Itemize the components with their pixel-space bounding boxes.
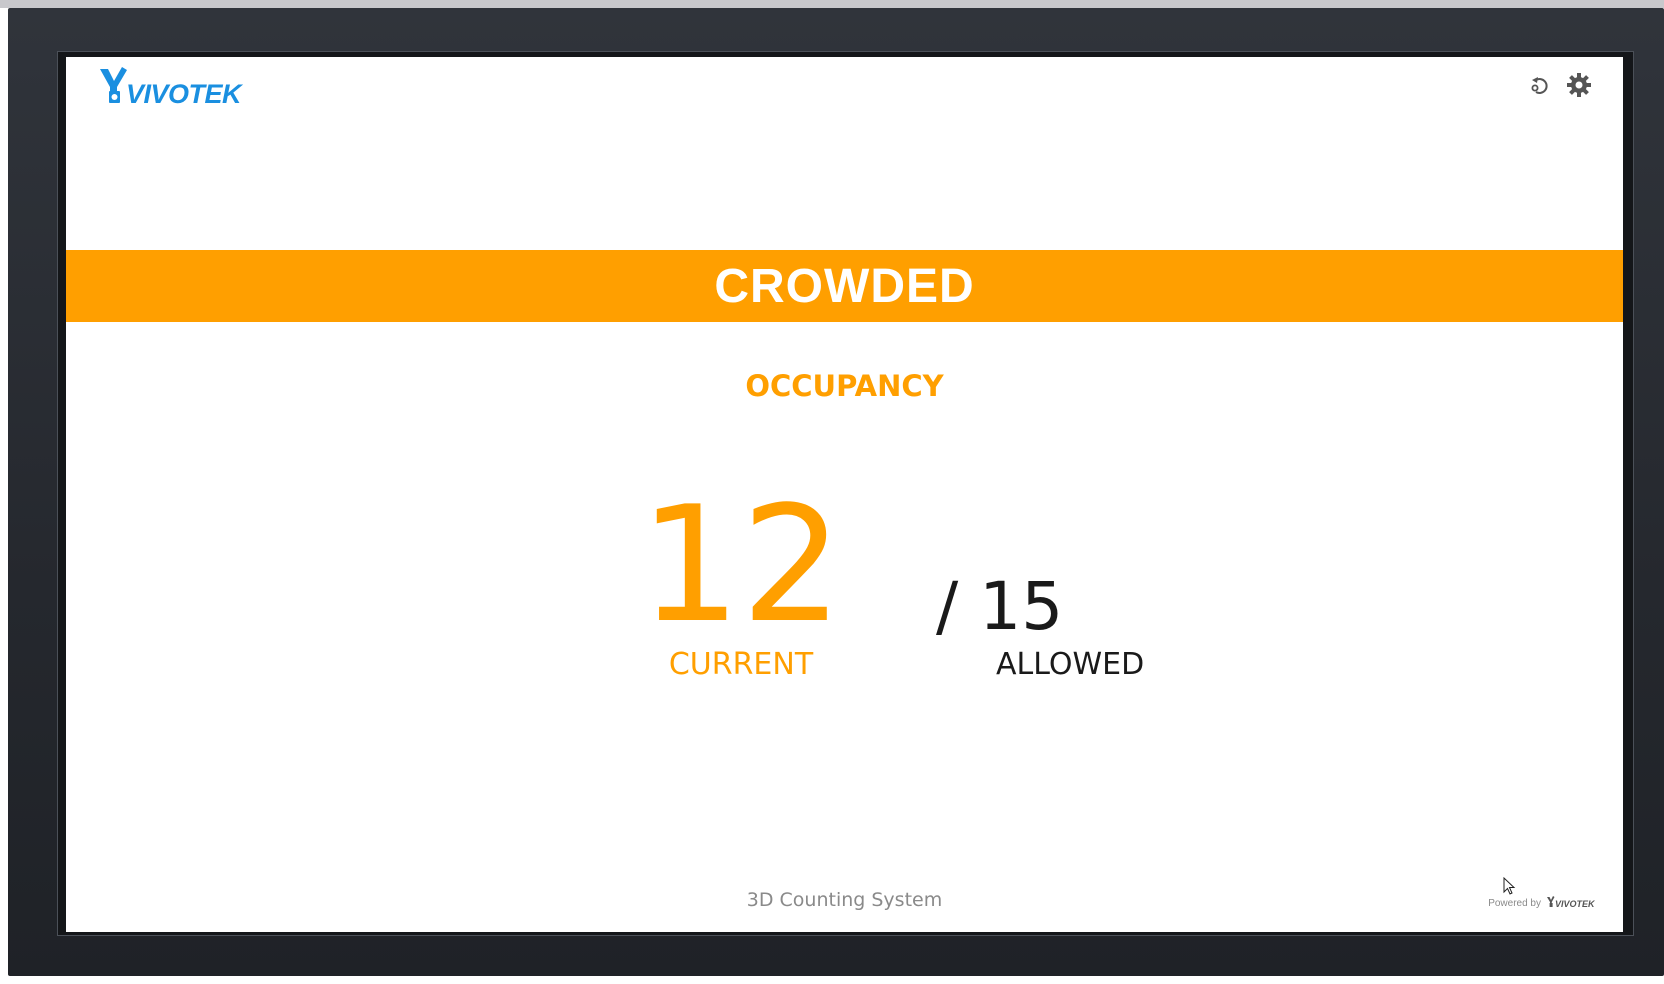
current-label: CURRENT bbox=[668, 647, 814, 682]
system-name: 3D Counting System bbox=[746, 889, 943, 911]
mouse-pointer-icon bbox=[1503, 877, 1516, 895]
display-screen: VIVOTEK CROWDED OCCUPANCY 12 CURRENT / 1… bbox=[66, 57, 1623, 932]
logo-text: VIVOTEK bbox=[126, 79, 244, 109]
gear-icon[interactable] bbox=[1565, 71, 1593, 99]
occupancy-title: OCCUPANCY bbox=[745, 369, 944, 403]
powered-logo: VIVOTEK bbox=[1547, 896, 1595, 909]
monitor-bottom-gap bbox=[992, 976, 1664, 984]
vivotek-logo: VIVOTEK bbox=[100, 67, 270, 111]
powered-logo-text: VIVOTEK bbox=[1555, 899, 1595, 909]
header-icons bbox=[1525, 71, 1593, 99]
top-strip bbox=[0, 0, 1664, 8]
powered-by: Powered by VIVOTEK bbox=[1488, 896, 1595, 910]
powered-by-label: Powered by bbox=[1488, 897, 1541, 909]
status-banner: CROWDED bbox=[66, 250, 1623, 322]
allowed-label: ALLOWED bbox=[996, 647, 1145, 682]
status-label: CROWDED bbox=[714, 259, 975, 313]
refresh-icon[interactable] bbox=[1525, 71, 1553, 99]
allowed-count: / 15 bbox=[936, 568, 1064, 645]
current-count: 12 bbox=[639, 471, 843, 658]
